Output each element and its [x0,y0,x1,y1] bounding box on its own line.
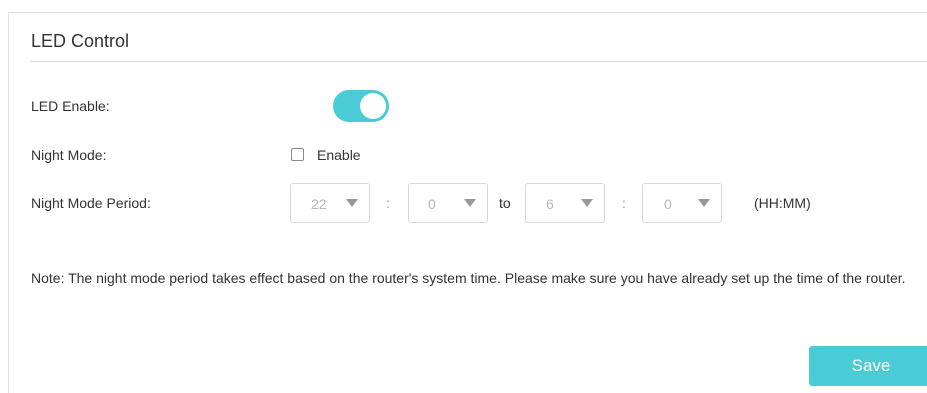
time-format-hint: (HH:MM) [754,195,811,211]
led-enable-toggle[interactable] [333,90,389,122]
panel-left-border [8,12,9,393]
led-control-page: LED Control LED Enable: Night Mode: Enab… [0,0,927,393]
toggle-knob [360,93,386,119]
night-mode-label: Night Mode: [31,147,107,163]
save-button[interactable]: Save [809,346,927,386]
to-label: to [499,195,511,211]
night-mode-note: Note: The night mode period takes effect… [31,270,906,286]
chevron-down-icon [581,199,593,207]
end-hour-value: 6 [546,196,554,212]
night-mode-checkbox[interactable] [291,148,304,161]
led-enable-label: LED Enable: [31,98,110,114]
section-divider [30,61,927,62]
end-minute-value: 0 [664,196,672,212]
time-colon-separator: : [386,195,390,211]
end-hour-select[interactable]: 6 [525,183,605,223]
time-colon-separator: : [622,195,626,211]
night-mode-period-label: Night Mode Period: [31,195,151,211]
chevron-down-icon [698,199,710,207]
start-minute-value: 0 [428,196,436,212]
chevron-down-icon [464,199,476,207]
start-hour-select[interactable]: 22 [290,183,370,223]
end-minute-select[interactable]: 0 [642,183,722,223]
chevron-down-icon [346,199,358,207]
panel-top-border [8,12,927,13]
start-hour-value: 22 [311,196,327,212]
night-mode-enable-label[interactable]: Enable [317,147,361,163]
start-minute-select[interactable]: 0 [408,183,488,223]
section-title: LED Control [31,31,130,51]
